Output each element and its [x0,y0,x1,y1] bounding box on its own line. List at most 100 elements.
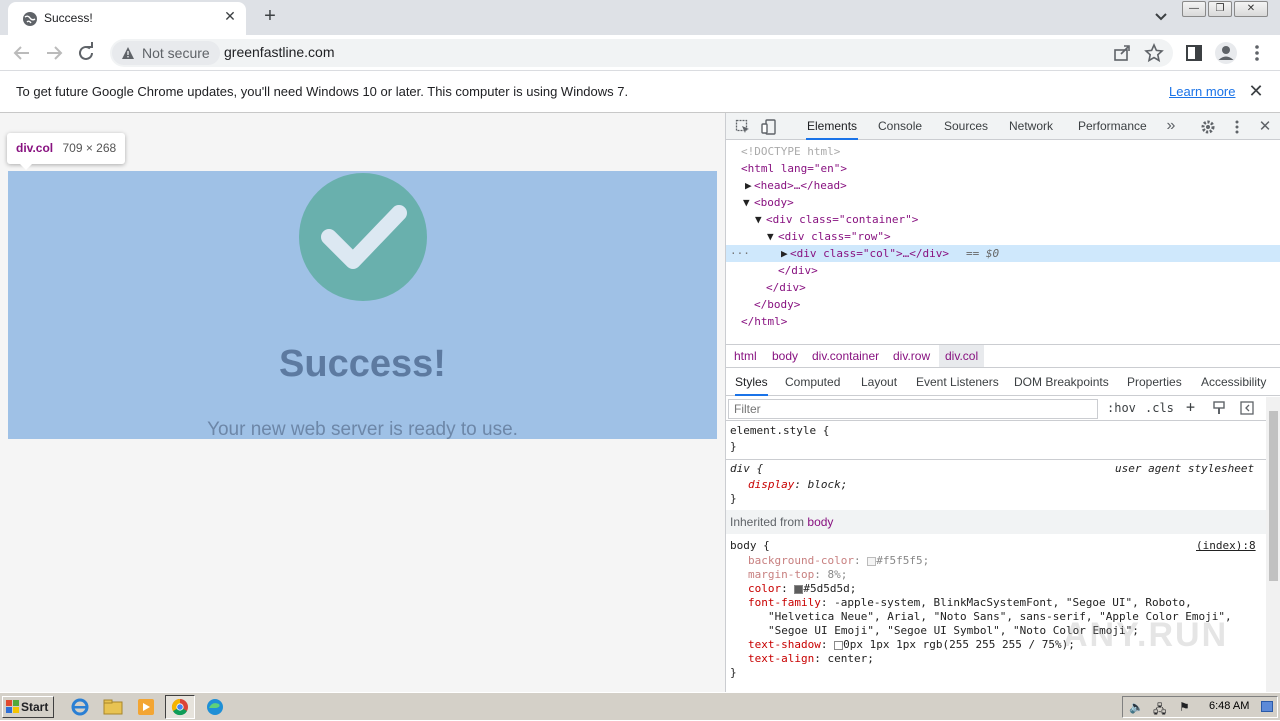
css-prop-font-family[interactable]: font-family: -apple-system, BlinkMacSyst… [748,596,1192,610]
dom-body-close[interactable]: </body> [754,296,800,313]
side-panel-icon[interactable] [1184,43,1204,63]
tab-styles[interactable]: Styles [735,369,768,396]
devtools-menu-icon[interactable] [1229,119,1245,135]
browser-tab[interactable]: Success! ✕ [8,2,246,35]
reload-icon[interactable] [74,41,98,65]
security-chip[interactable]: Not secure [112,41,220,65]
tab-layout[interactable]: Layout [861,369,897,396]
tab-properties[interactable]: Properties [1127,369,1182,396]
rule-close-brace: } [730,492,737,505]
dom-collapse-arrow-icon[interactable]: ▼ [767,228,774,245]
breadcrumb-body[interactable]: body [772,349,798,363]
tab-network[interactable]: Network [1009,113,1053,140]
edge-icon[interactable] [204,697,226,717]
display-property[interactable]: display: block; [748,478,847,492]
dom-expand-arrow-icon[interactable]: ▶ [781,245,788,262]
tab-search-chevron-icon[interactable] [1151,8,1171,26]
restore-button[interactable]: ❐ [1208,1,1232,17]
minimize-button[interactable]: — [1182,1,1206,17]
media-player-icon[interactable] [135,697,157,717]
tab-sources[interactable]: Sources [944,113,988,140]
dom-container-open[interactable]: <div class="container"> [766,211,918,228]
css-prop-text-align[interactable]: text-align: center; [748,652,874,666]
inspect-tooltip: div.col 709 × 268 [7,133,126,164]
success-heading: Success! [279,343,446,385]
scrollbar-thumb[interactable] [1269,411,1278,581]
action-center-flag-icon[interactable]: ⚑ [1179,700,1190,714]
address-bar[interactable]: Not secure greenfastline.com [110,39,1173,67]
tab-performance[interactable]: Performance [1078,113,1147,140]
dom-collapse-arrow-icon[interactable]: ▼ [755,211,762,228]
update-infobar: To get future Google Chrome updates, you… [0,71,1280,113]
file-explorer-icon[interactable] [102,697,124,717]
network-icon[interactable]: 🖧 [1153,700,1166,721]
breadcrumb-html[interactable]: html [734,349,757,363]
inspect-element-icon[interactable] [735,119,751,135]
inherited-from-header: Inherited from body [726,510,1266,534]
dom-container-close[interactable]: </div> [766,279,806,296]
dom-col[interactable]: <div class="col">…</div> [790,245,949,262]
settings-gear-icon[interactable] [1200,119,1216,135]
bookmark-star-icon[interactable] [1144,43,1164,63]
learn-more-link[interactable]: Learn more [1169,84,1235,99]
new-tab-button[interactable]: + [258,5,282,29]
tab-close-icon[interactable]: ✕ [222,8,238,24]
breadcrumb-div-row[interactable]: div.row [893,349,930,363]
internet-explorer-icon[interactable] [69,697,91,717]
dom-expand-arrow-icon[interactable]: ▶ [745,177,752,194]
tab-accessibility[interactable]: Accessibility [1201,369,1266,396]
css-prop-margin-top[interactable]: margin-top: 8%; [748,568,847,582]
styles-filter-input[interactable] [728,399,1098,419]
menu-kebab-icon[interactable] [1247,43,1267,63]
back-icon[interactable] [10,41,34,65]
inspected-element-highlight[interactable]: Success! Your new web server is ready to… [8,171,717,440]
forward-icon[interactable] [42,41,66,65]
start-button[interactable]: Start [2,696,54,718]
chrome-taskbar-button[interactable] [165,695,195,719]
tab-elements[interactable]: Elements [806,113,859,140]
body-rule-selector[interactable]: body { [730,539,770,553]
share-icon[interactable] [1112,43,1132,63]
toggle-sidebar-icon[interactable] [1240,401,1254,415]
tab-computed[interactable]: Computed [785,369,840,396]
profile-avatar-icon[interactable] [1214,41,1238,65]
chrome-icon [171,698,188,716]
color-swatch[interactable] [867,556,877,566]
shadow-editor-icon[interactable] [834,640,844,650]
infobar-close-icon[interactable]: ✕ [1247,81,1265,101]
paint-brush-icon[interactable] [1212,401,1226,415]
more-tabs-icon[interactable]: » [1163,118,1179,134]
volume-icon[interactable]: 🔈 [1129,700,1144,714]
inherited-from-link[interactable]: body [807,515,833,529]
breadcrumb-div-col[interactable]: div.col [939,345,985,367]
new-rule-button[interactable]: + [1186,398,1195,416]
css-prop-color[interactable]: color: #5d5d5d; [748,582,856,596]
css-prop-text-shadow[interactable]: text-shadow: 0px 1px 1px rgb(255 255 255… [748,638,1075,652]
tab-console[interactable]: Console [878,113,922,140]
hover-state-toggle[interactable]: :hov [1107,401,1136,415]
styles-scrollbar[interactable] [1266,397,1280,692]
dom-body-open[interactable]: <body> [754,194,794,211]
dom-collapse-arrow-icon[interactable]: ▼ [743,194,750,211]
dom-head[interactable]: <head>…</head> [754,177,847,194]
url-text[interactable]: greenfastline.com [224,44,335,60]
element-style-selector[interactable]: element.style { [730,424,829,438]
dom-html-open[interactable]: <html lang="en"> [741,160,847,177]
dom-row-options-icon[interactable]: ··· [730,245,750,262]
show-desktop-icon[interactable] [1261,701,1273,712]
breadcrumb-div-container[interactable]: div.container [812,349,879,363]
close-devtools-icon[interactable]: ✕ [1257,119,1273,135]
div-rule-selector[interactable]: div { [730,462,763,476]
close-window-button[interactable]: ✕ [1234,1,1268,17]
dom-row-close[interactable]: </div> [778,262,818,279]
taskbar-clock[interactable]: 6:48 AM [1209,700,1249,712]
dom-html-close[interactable]: </html> [741,313,787,330]
source-link[interactable]: (index):8 [1196,539,1256,553]
class-toggle[interactable]: .cls [1145,401,1174,415]
tab-dom-breakpoints[interactable]: DOM Breakpoints [1014,369,1109,396]
tab-event-listeners[interactable]: Event Listeners [916,369,999,396]
dom-doctype[interactable]: <!DOCTYPE html> [741,143,840,160]
css-prop-background-color[interactable]: background-color: #f5f5f5; [748,554,929,568]
device-toolbar-icon[interactable] [761,119,777,135]
dom-row-open[interactable]: <div class="row"> [778,228,891,245]
